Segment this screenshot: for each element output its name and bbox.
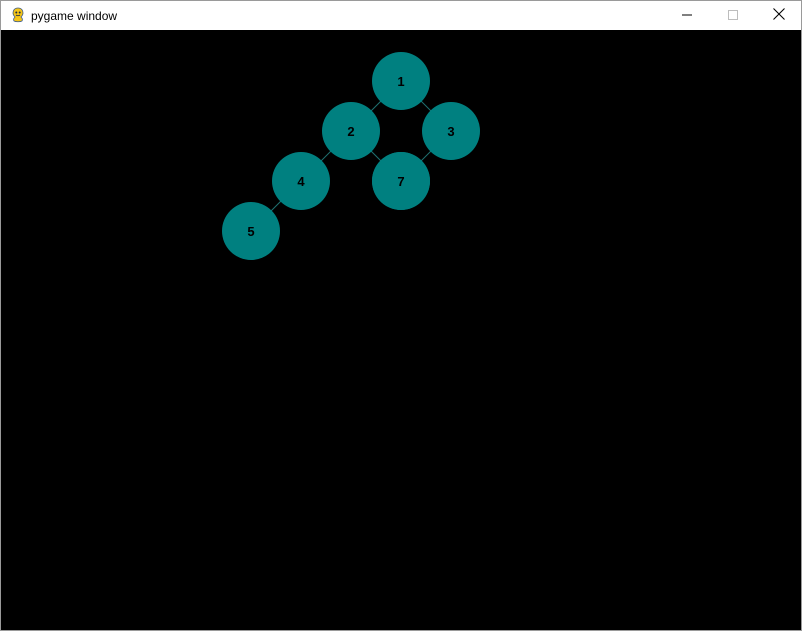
- maximize-button[interactable]: [710, 1, 756, 30]
- close-button[interactable]: [756, 1, 802, 30]
- game-canvas[interactable]: 1234675: [1, 30, 801, 630]
- tree-node-1[interactable]: 1: [372, 52, 430, 110]
- tree-node-5[interactable]: 5: [222, 202, 280, 260]
- window-title: pygame window: [31, 9, 118, 23]
- minimize-button[interactable]: [664, 1, 710, 30]
- tree-node-label: 2: [347, 124, 354, 139]
- title-bar[interactable]: pygame window: [1, 1, 801, 30]
- tree-node-label: 1: [397, 74, 404, 89]
- close-icon: [773, 7, 785, 25]
- maximize-icon: [728, 7, 738, 25]
- tree-nodes: 1234675: [222, 52, 480, 260]
- tree-node-label: 7: [397, 174, 404, 189]
- minimize-icon: [682, 7, 692, 25]
- tree-node-label: 5: [247, 224, 254, 239]
- pygame-snake-icon: [10, 7, 26, 23]
- tree-node-2[interactable]: 2: [322, 102, 380, 160]
- tree-node-3[interactable]: 3: [422, 102, 480, 160]
- tree-node-label: 4: [297, 174, 305, 189]
- tree-node-label: 3: [447, 124, 454, 139]
- tree-node-7[interactable]: 7: [372, 152, 430, 210]
- pygame-window: pygame window 1234675: [0, 0, 802, 631]
- tree-node-4[interactable]: 4: [272, 152, 330, 210]
- binary-tree-drawing: 1234675: [222, 52, 480, 260]
